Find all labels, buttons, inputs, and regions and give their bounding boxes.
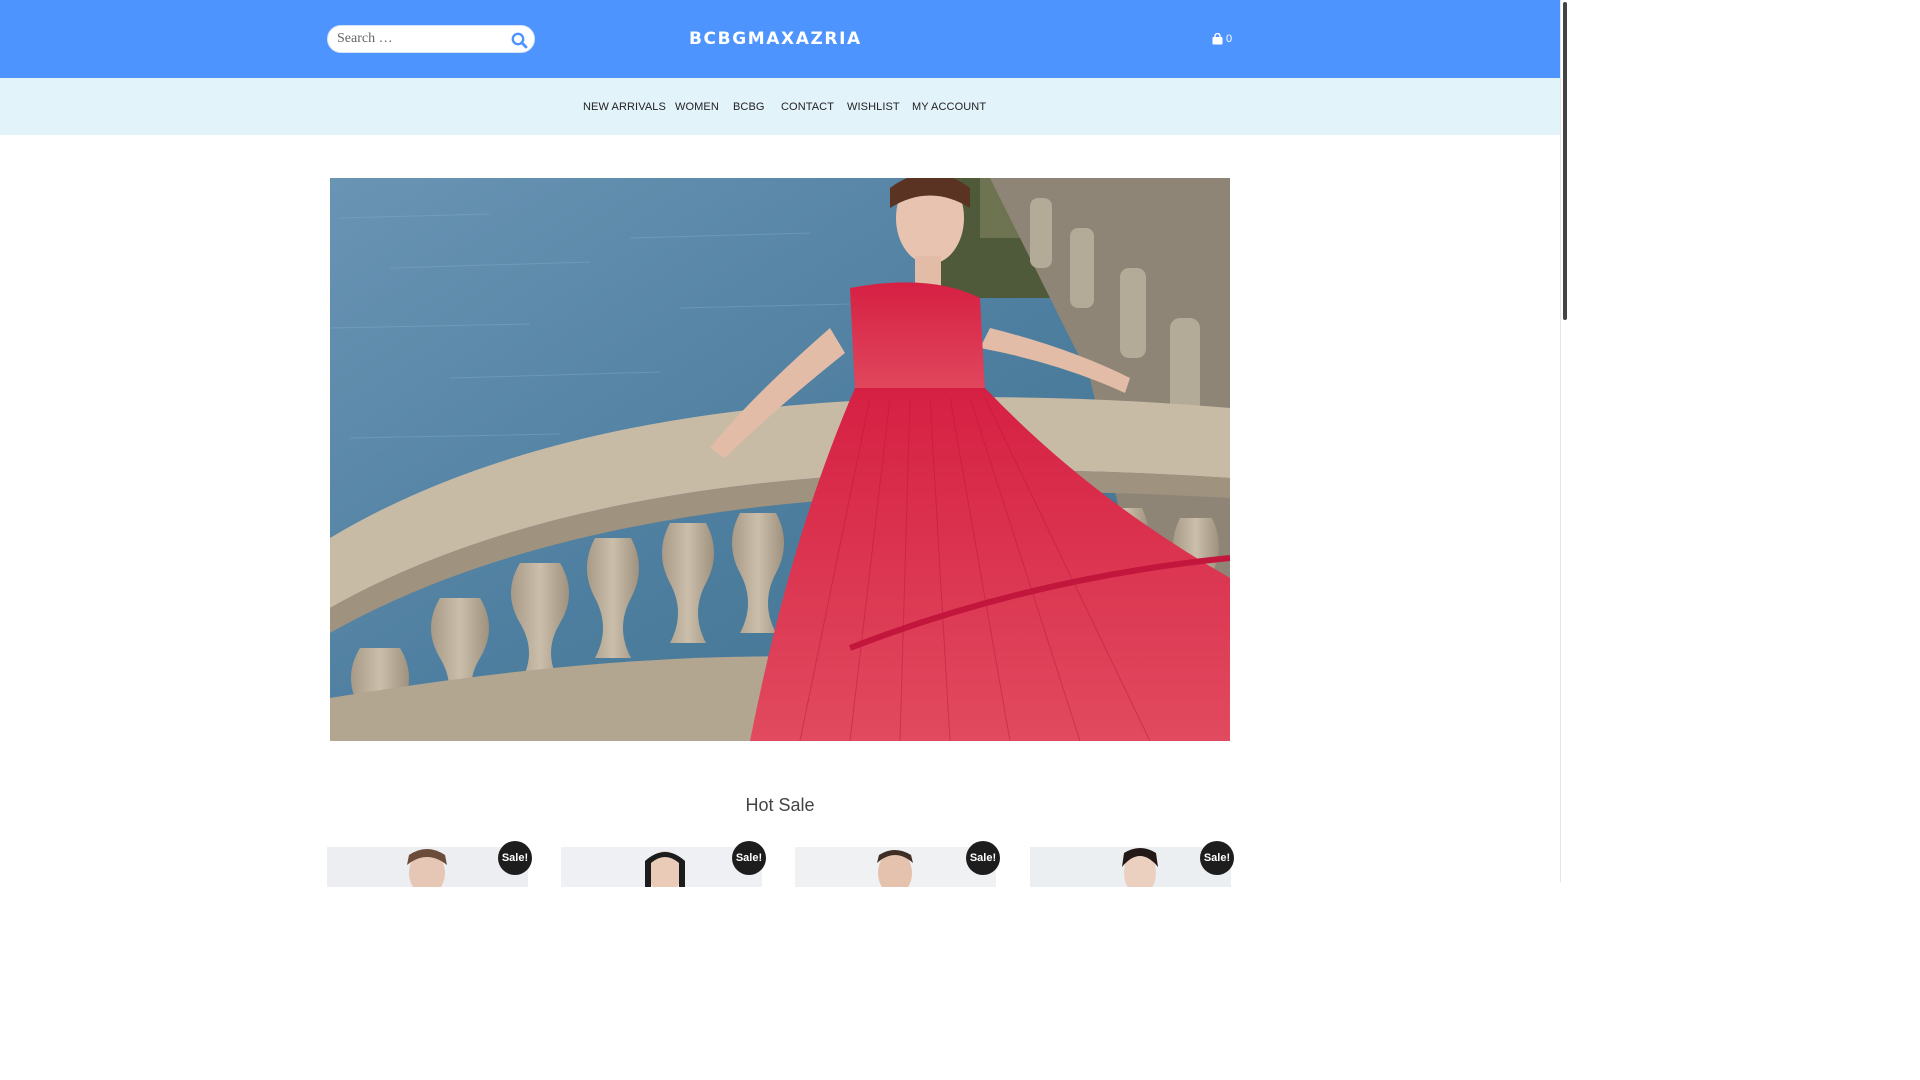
cart-count: 0 <box>1226 33 1233 45</box>
nav-item-new-arrivals[interactable]: NEW ARRIVALS <box>583 101 666 113</box>
shopping-bag-icon <box>1212 33 1223 45</box>
hero-image <box>330 178 1230 741</box>
sale-badge: Sale! <box>732 841 766 875</box>
sale-badge: Sale! <box>966 841 1000 875</box>
search-button[interactable] <box>508 29 530 51</box>
sale-badge: Sale! <box>1200 841 1234 875</box>
brand-logo[interactable]: BCBGMAXAZRIA <box>689 29 873 49</box>
nav-item-my-account[interactable]: MY ACCOUNT <box>912 101 986 113</box>
scrollbar-thumb[interactable] <box>1563 2 1567 320</box>
main-navigation: NEW ARRIVALS WOMEN BCBG CONTACT WISHLIST… <box>0 78 1560 135</box>
nav-item-women[interactable]: WOMEN <box>675 101 719 113</box>
site-header: BCBGMAXAZRIA 0 <box>0 0 1560 78</box>
nav-item-bcbg[interactable]: BCBG <box>733 101 765 113</box>
nav-item-contact[interactable]: CONTACT <box>781 101 834 113</box>
search-form <box>327 25 535 53</box>
search-icon <box>511 32 527 48</box>
sale-badge: Sale! <box>498 841 532 875</box>
nav-item-wishlist[interactable]: WISHLIST <box>847 101 900 113</box>
cart-button[interactable]: 0 <box>1212 32 1232 46</box>
search-input[interactable] <box>337 29 507 49</box>
hero-banner[interactable] <box>330 178 1230 741</box>
page-scrollbar[interactable] <box>1560 0 1568 882</box>
hot-sale-title: Hot Sale <box>745 795 815 815</box>
